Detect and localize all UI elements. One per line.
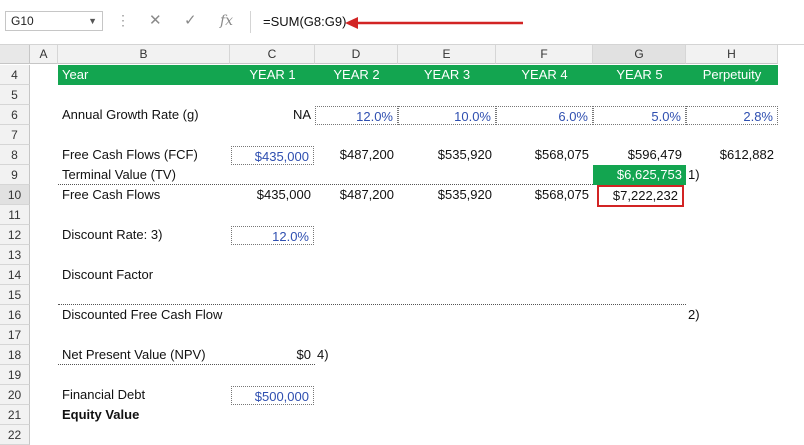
tv-note: 1)	[688, 167, 700, 182]
chevron-down-icon[interactable]: ▼	[88, 12, 97, 30]
column-header-f[interactable]: F	[496, 45, 593, 64]
row-header-20[interactable]: 20	[0, 385, 30, 405]
row-header-12[interactable]: 12	[0, 225, 30, 245]
fcf-year-3[interactable]: $535,920	[398, 145, 496, 165]
row-header-6[interactable]: 6	[0, 105, 30, 125]
cancel-icon[interactable]: ✕	[149, 12, 162, 30]
growth-year-3[interactable]: 10.0%	[398, 106, 496, 125]
name-box[interactable]: G10 ▼	[5, 11, 103, 31]
dfcf-note: 2)	[688, 307, 700, 322]
column-header-c[interactable]: C	[230, 45, 315, 64]
fcf-total-year-1[interactable]: $435,000	[230, 185, 315, 205]
column-header-e[interactable]: E	[398, 45, 496, 64]
tv-value[interactable]: $6,625,753	[593, 165, 686, 185]
annotation-arrow-icon	[345, 17, 523, 29]
row-header-11[interactable]: 11	[0, 205, 30, 225]
growth-year-5[interactable]: 5.0%	[593, 106, 686, 125]
growth-year-1[interactable]: NA	[230, 105, 315, 125]
row-header-18[interactable]: 18	[0, 345, 30, 365]
column-header-h[interactable]: H	[686, 45, 778, 64]
insert-function-icon[interactable]: fx	[220, 12, 233, 30]
formula-bar: G10 ▼ ⋮ ✕ ✓ fx =SUM(G8:G9)	[0, 0, 804, 45]
row-header-5[interactable]: 5	[0, 85, 30, 105]
fcf-year-2[interactable]: $487,200	[315, 145, 398, 165]
row-header-8[interactable]: 8	[0, 145, 30, 165]
column-header-d[interactable]: D	[315, 45, 398, 64]
row-header-19[interactable]: 19	[0, 365, 30, 385]
dfcf-label[interactable]: Discounted Free Cash Flow	[58, 305, 258, 325]
row-header-17[interactable]: 17	[0, 325, 30, 345]
divider-line	[58, 364, 315, 365]
more-vertical-icon: ⋮	[116, 12, 130, 28]
debt-label[interactable]: Financial Debt	[58, 385, 230, 405]
row-header-14[interactable]: 14	[0, 265, 30, 285]
header-year-3[interactable]: YEAR 3	[398, 65, 496, 85]
growth-year-2[interactable]: 12.0%	[315, 106, 398, 125]
fcf-year-5[interactable]: $596,479	[593, 145, 686, 165]
npv-label[interactable]: Net Present Value (NPV)	[58, 345, 230, 365]
formula-text: =SUM(G8:G9)	[263, 14, 347, 29]
npv-note: 4)	[317, 347, 329, 362]
row-header-10[interactable]: 10	[0, 185, 30, 205]
fcf-total-label[interactable]: Free Cash Flows	[58, 185, 230, 205]
name-box-value: G10	[11, 14, 34, 28]
column-header-a[interactable]: A	[30, 45, 58, 64]
column-header-b[interactable]: B	[58, 45, 230, 64]
npv-value[interactable]: $0	[230, 345, 315, 365]
discount-rate-value[interactable]: 12.0%	[231, 226, 314, 245]
row-header-13[interactable]: 13	[0, 245, 30, 265]
row-header-16[interactable]: 16	[0, 305, 30, 325]
fcf-total-year-3[interactable]: $535,920	[398, 185, 496, 205]
fcf-total-year-2[interactable]: $487,200	[315, 185, 398, 205]
discount-rate-label[interactable]: Discount Rate: 3)	[58, 225, 230, 245]
growth-label[interactable]: Annual Growth Rate (g)	[58, 105, 230, 125]
row-header-15[interactable]: 15	[0, 285, 30, 305]
row-header-4[interactable]: 4	[0, 65, 30, 85]
fcf-label[interactable]: Free Cash Flows (FCF)	[58, 145, 230, 165]
enter-icon[interactable]: ✓	[184, 12, 197, 30]
fcf-year-1[interactable]: $435,000	[231, 146, 314, 165]
row-header-9[interactable]: 9	[0, 165, 30, 185]
selected-cell-g10[interactable]: $7,222,232	[597, 185, 684, 207]
equity-label[interactable]: Equity Value	[58, 405, 230, 425]
header-year-2[interactable]: YEAR 2	[315, 65, 398, 85]
header-perpetuity[interactable]: Perpetuity	[686, 65, 778, 85]
header-year-1[interactable]: YEAR 1	[230, 65, 315, 85]
fcf-perpetuity[interactable]: $612,882	[686, 145, 778, 165]
growth-perpetuity[interactable]: 2.8%	[686, 106, 778, 125]
debt-value[interactable]: $500,000	[231, 386, 314, 405]
header-year-5[interactable]: YEAR 5	[593, 65, 686, 85]
fcf-year-4[interactable]: $568,075	[496, 145, 593, 165]
discount-factor-label[interactable]: Discount Factor	[58, 265, 230, 285]
column-header-g[interactable]: G	[593, 45, 686, 64]
header-year-label[interactable]: Year	[58, 65, 230, 85]
growth-year-4[interactable]: 6.0%	[496, 106, 593, 125]
tv-label[interactable]: Terminal Value (TV)	[58, 165, 230, 185]
row-header-22[interactable]: 22	[0, 425, 30, 445]
select-all-corner[interactable]	[0, 45, 30, 64]
row-header-21[interactable]: 21	[0, 405, 30, 425]
header-year-4[interactable]: YEAR 4	[496, 65, 593, 85]
fcf-total-year-4[interactable]: $568,075	[496, 185, 593, 205]
row-header-7[interactable]: 7	[0, 125, 30, 145]
